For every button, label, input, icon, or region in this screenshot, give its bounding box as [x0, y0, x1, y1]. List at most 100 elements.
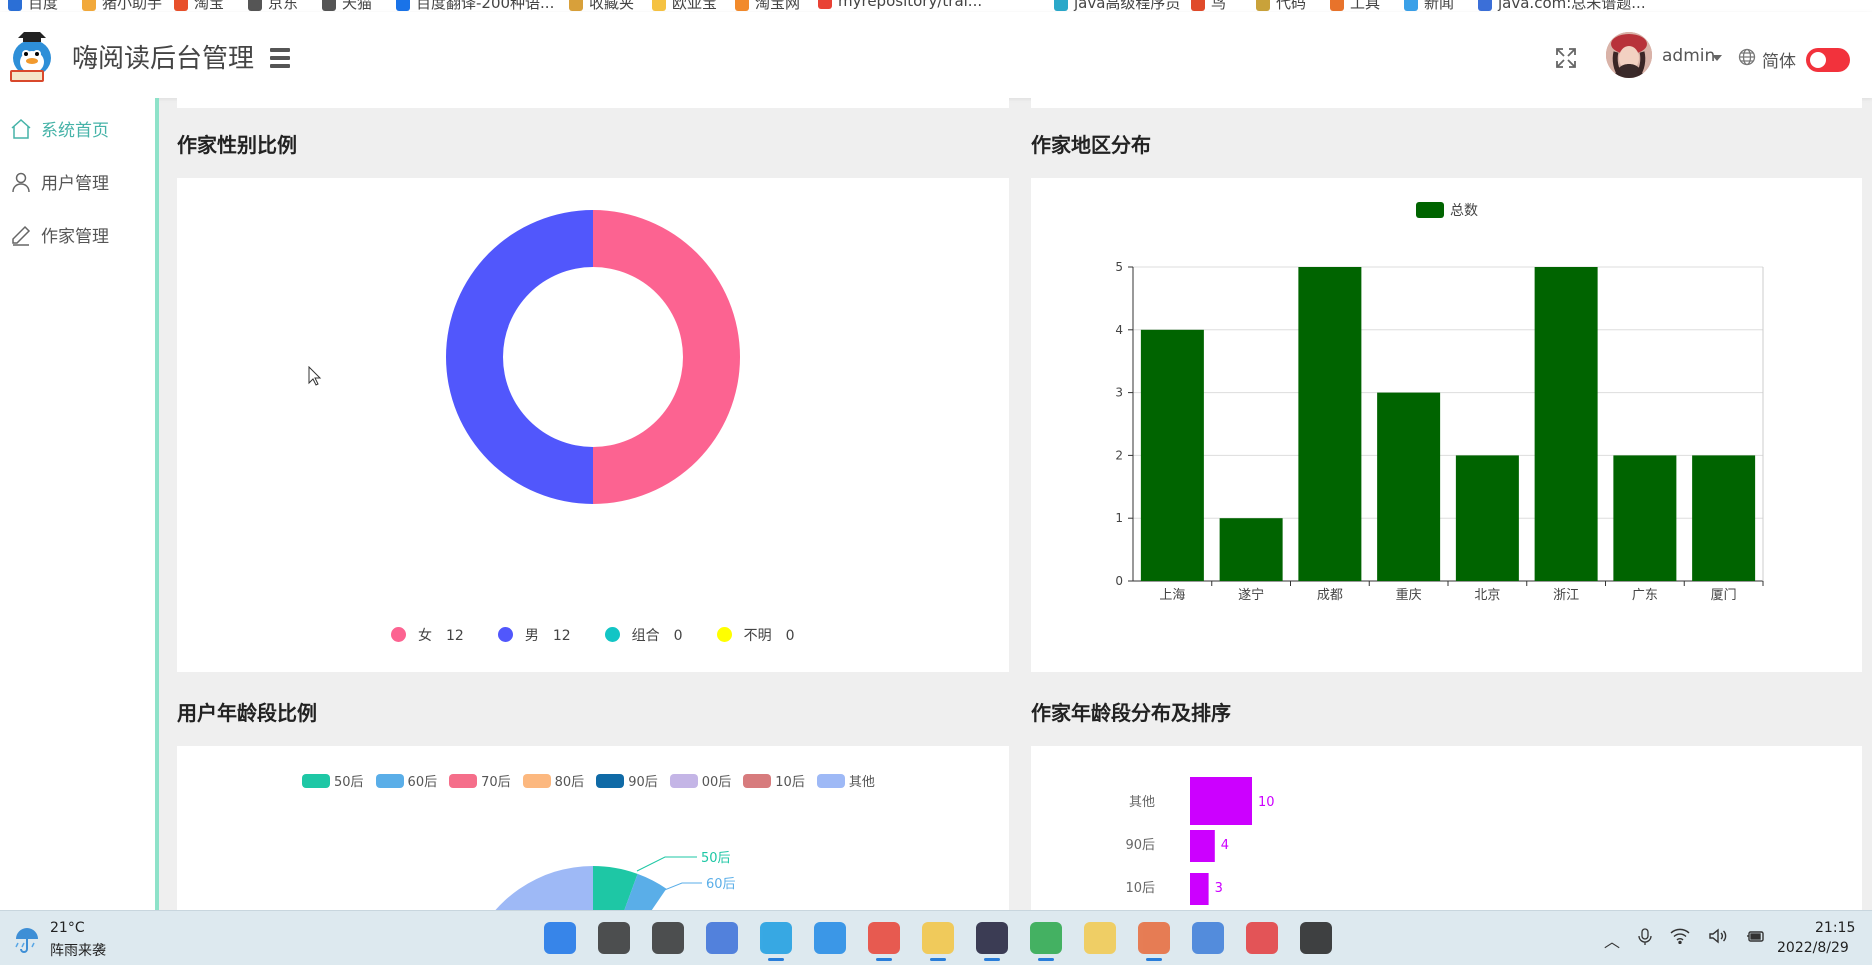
intellij-icon[interactable] [976, 922, 1008, 961]
legend-item[interactable]: 女 12 [391, 625, 464, 645]
legend-item[interactable]: 组合 0 [604, 625, 683, 645]
task-view-icon[interactable] [652, 922, 684, 954]
ppt-icon[interactable] [1138, 922, 1170, 961]
bookmark-link[interactable]: 收藏夹 [569, 0, 634, 12]
fullscreen-icon[interactable] [1554, 46, 1578, 74]
wifi-icon[interactable] [1670, 928, 1690, 952]
bookmark-link[interactable]: java.com:总未谱题... [1478, 0, 1646, 12]
bookmark-link[interactable]: 猪小助手 [82, 0, 162, 12]
weather-description[interactable]: 阵雨来袭 [50, 940, 106, 960]
avatar[interactable] [1606, 32, 1652, 78]
bookmark-label: 京东 [268, 0, 299, 12]
bookmark-link[interactable]: myrepository/trai... [818, 0, 982, 10]
legend-value: 0 [785, 628, 795, 644]
y-category-label: 10后 [1125, 881, 1155, 896]
bookmark-link[interactable]: 百度 [8, 0, 58, 12]
bookmarks-bar: 百度 猪小助手 淘宝 京东 天猫 百度翻译-200种语... 收藏夹 欧亚宝 淘宝网 myrepo… [0, 0, 1872, 12]
folder-icon[interactable] [922, 922, 954, 961]
bookmark-favicon-icon [248, 0, 262, 11]
bookmark-favicon-icon [322, 0, 336, 11]
language-selector[interactable]: 简体 [1762, 47, 1796, 72]
legend-item[interactable]: 男 12 [497, 625, 571, 645]
section-title-user-age: 用户年龄段比例 [177, 701, 317, 725]
theme-toggle[interactable] [1806, 48, 1850, 72]
legend-dot [391, 627, 406, 642]
hbuilder-icon[interactable] [1030, 922, 1062, 961]
bookmark-link[interactable]: 京东 [248, 0, 298, 12]
bookmark-link[interactable]: 淘宝网 [735, 0, 800, 12]
legend-dot [497, 627, 513, 642]
weather-rain-icon[interactable] [12, 925, 42, 957]
user-name[interactable]: admin [1662, 46, 1715, 66]
bookmark-favicon-icon [1404, 0, 1418, 11]
start-icon[interactable] [544, 922, 576, 954]
bookmark-link[interactable]: 代码 [1256, 0, 1306, 12]
volume-icon[interactable] [1708, 928, 1728, 952]
chevron-up-icon[interactable]: ︿ [1604, 928, 1620, 952]
bookmark-link[interactable]: 鸟 [1191, 0, 1226, 12]
bookmark-favicon-icon [174, 0, 188, 11]
bar[interactable] [1613, 455, 1677, 581]
pie-label-line [661, 882, 702, 892]
bookmark-label: 淘宝 [194, 0, 225, 12]
chevron-down-icon[interactable] [1712, 55, 1722, 61]
bookmark-label: 百度 [28, 0, 59, 12]
bar[interactable] [1190, 873, 1209, 905]
bookmark-link[interactable]: 新闻 [1404, 0, 1454, 12]
sidebar-item-users[interactable]: 用户管理 [10, 167, 150, 197]
previous-card-bottom [1031, 98, 1862, 108]
sidebar-item-authors[interactable]: 作家管理 [10, 220, 150, 250]
bookmark-link[interactable]: java高级程序员 [1054, 0, 1180, 12]
wps-icon[interactable] [1246, 922, 1278, 954]
clock-time[interactable]: 21:15 [1815, 920, 1855, 936]
donut-slice[interactable] [446, 210, 593, 504]
weather-temperature[interactable]: 21°C [50, 920, 85, 936]
bookmark-link[interactable]: 天猫 [322, 0, 372, 12]
bar[interactable] [1190, 830, 1215, 862]
terminal-icon[interactable] [1300, 922, 1332, 954]
network-tool-icon[interactable] [706, 922, 738, 954]
bookmark-favicon-icon [1478, 0, 1492, 11]
menu-toggle-icon[interactable] [270, 48, 290, 72]
battery-icon[interactable] [1746, 928, 1766, 952]
search-icon[interactable] [598, 922, 630, 954]
bar[interactable] [1219, 518, 1283, 581]
bookmark-favicon-icon [396, 0, 410, 11]
author-age-bar-chart: 其他 10 90后 4 10后 3 [1125, 777, 1275, 905]
pie-slice[interactable] [472, 866, 593, 910]
y-tick-label: 3 [1115, 386, 1123, 400]
globe-icon[interactable] [1738, 48, 1756, 70]
bar[interactable] [1298, 267, 1362, 581]
edge-icon[interactable] [760, 922, 792, 961]
y-tick-label: 0 [1115, 574, 1123, 588]
bookmark-label: 工具 [1350, 0, 1381, 12]
bar[interactable] [1377, 392, 1441, 581]
bar[interactable] [1140, 329, 1204, 581]
bar[interactable] [1190, 777, 1252, 825]
sidebar-item-label: 系统首页 [41, 121, 109, 141]
bar[interactable] [1534, 267, 1598, 581]
bookmark-favicon-icon [82, 0, 96, 11]
chrome-icon[interactable] [868, 922, 900, 961]
bookmark-label: java.com:总未谱题... [1498, 0, 1646, 12]
bar[interactable] [1692, 455, 1756, 581]
bookmark-label: 新闻 [1424, 0, 1455, 12]
y-tick-label: 5 [1115, 260, 1123, 274]
legend-item[interactable]: 不明 0 [716, 625, 795, 645]
clock-date[interactable]: 2022/8/29 [1777, 940, 1849, 956]
bookmark-link[interactable]: 工具 [1330, 0, 1380, 12]
ie-icon[interactable] [814, 922, 846, 954]
bookmark-link[interactable]: 百度翻译-200种语... [396, 0, 554, 12]
microphone-icon[interactable] [1638, 928, 1652, 952]
donut-slice[interactable] [593, 210, 740, 504]
sidebar-item-home[interactable]: 系统首页 [10, 114, 150, 144]
bar[interactable] [1455, 455, 1519, 581]
yarn-icon[interactable] [1084, 922, 1116, 954]
photos-icon[interactable] [1192, 922, 1224, 954]
bookmark-link[interactable]: 淘宝 [174, 0, 224, 12]
bookmark-label: 淘宝网 [755, 0, 801, 12]
bookmark-favicon-icon [652, 0, 666, 11]
bar-value-label: 10 [1258, 795, 1275, 810]
bookmark-label: 收藏夹 [589, 0, 635, 12]
bookmark-link[interactable]: 欧亚宝 [652, 0, 717, 12]
